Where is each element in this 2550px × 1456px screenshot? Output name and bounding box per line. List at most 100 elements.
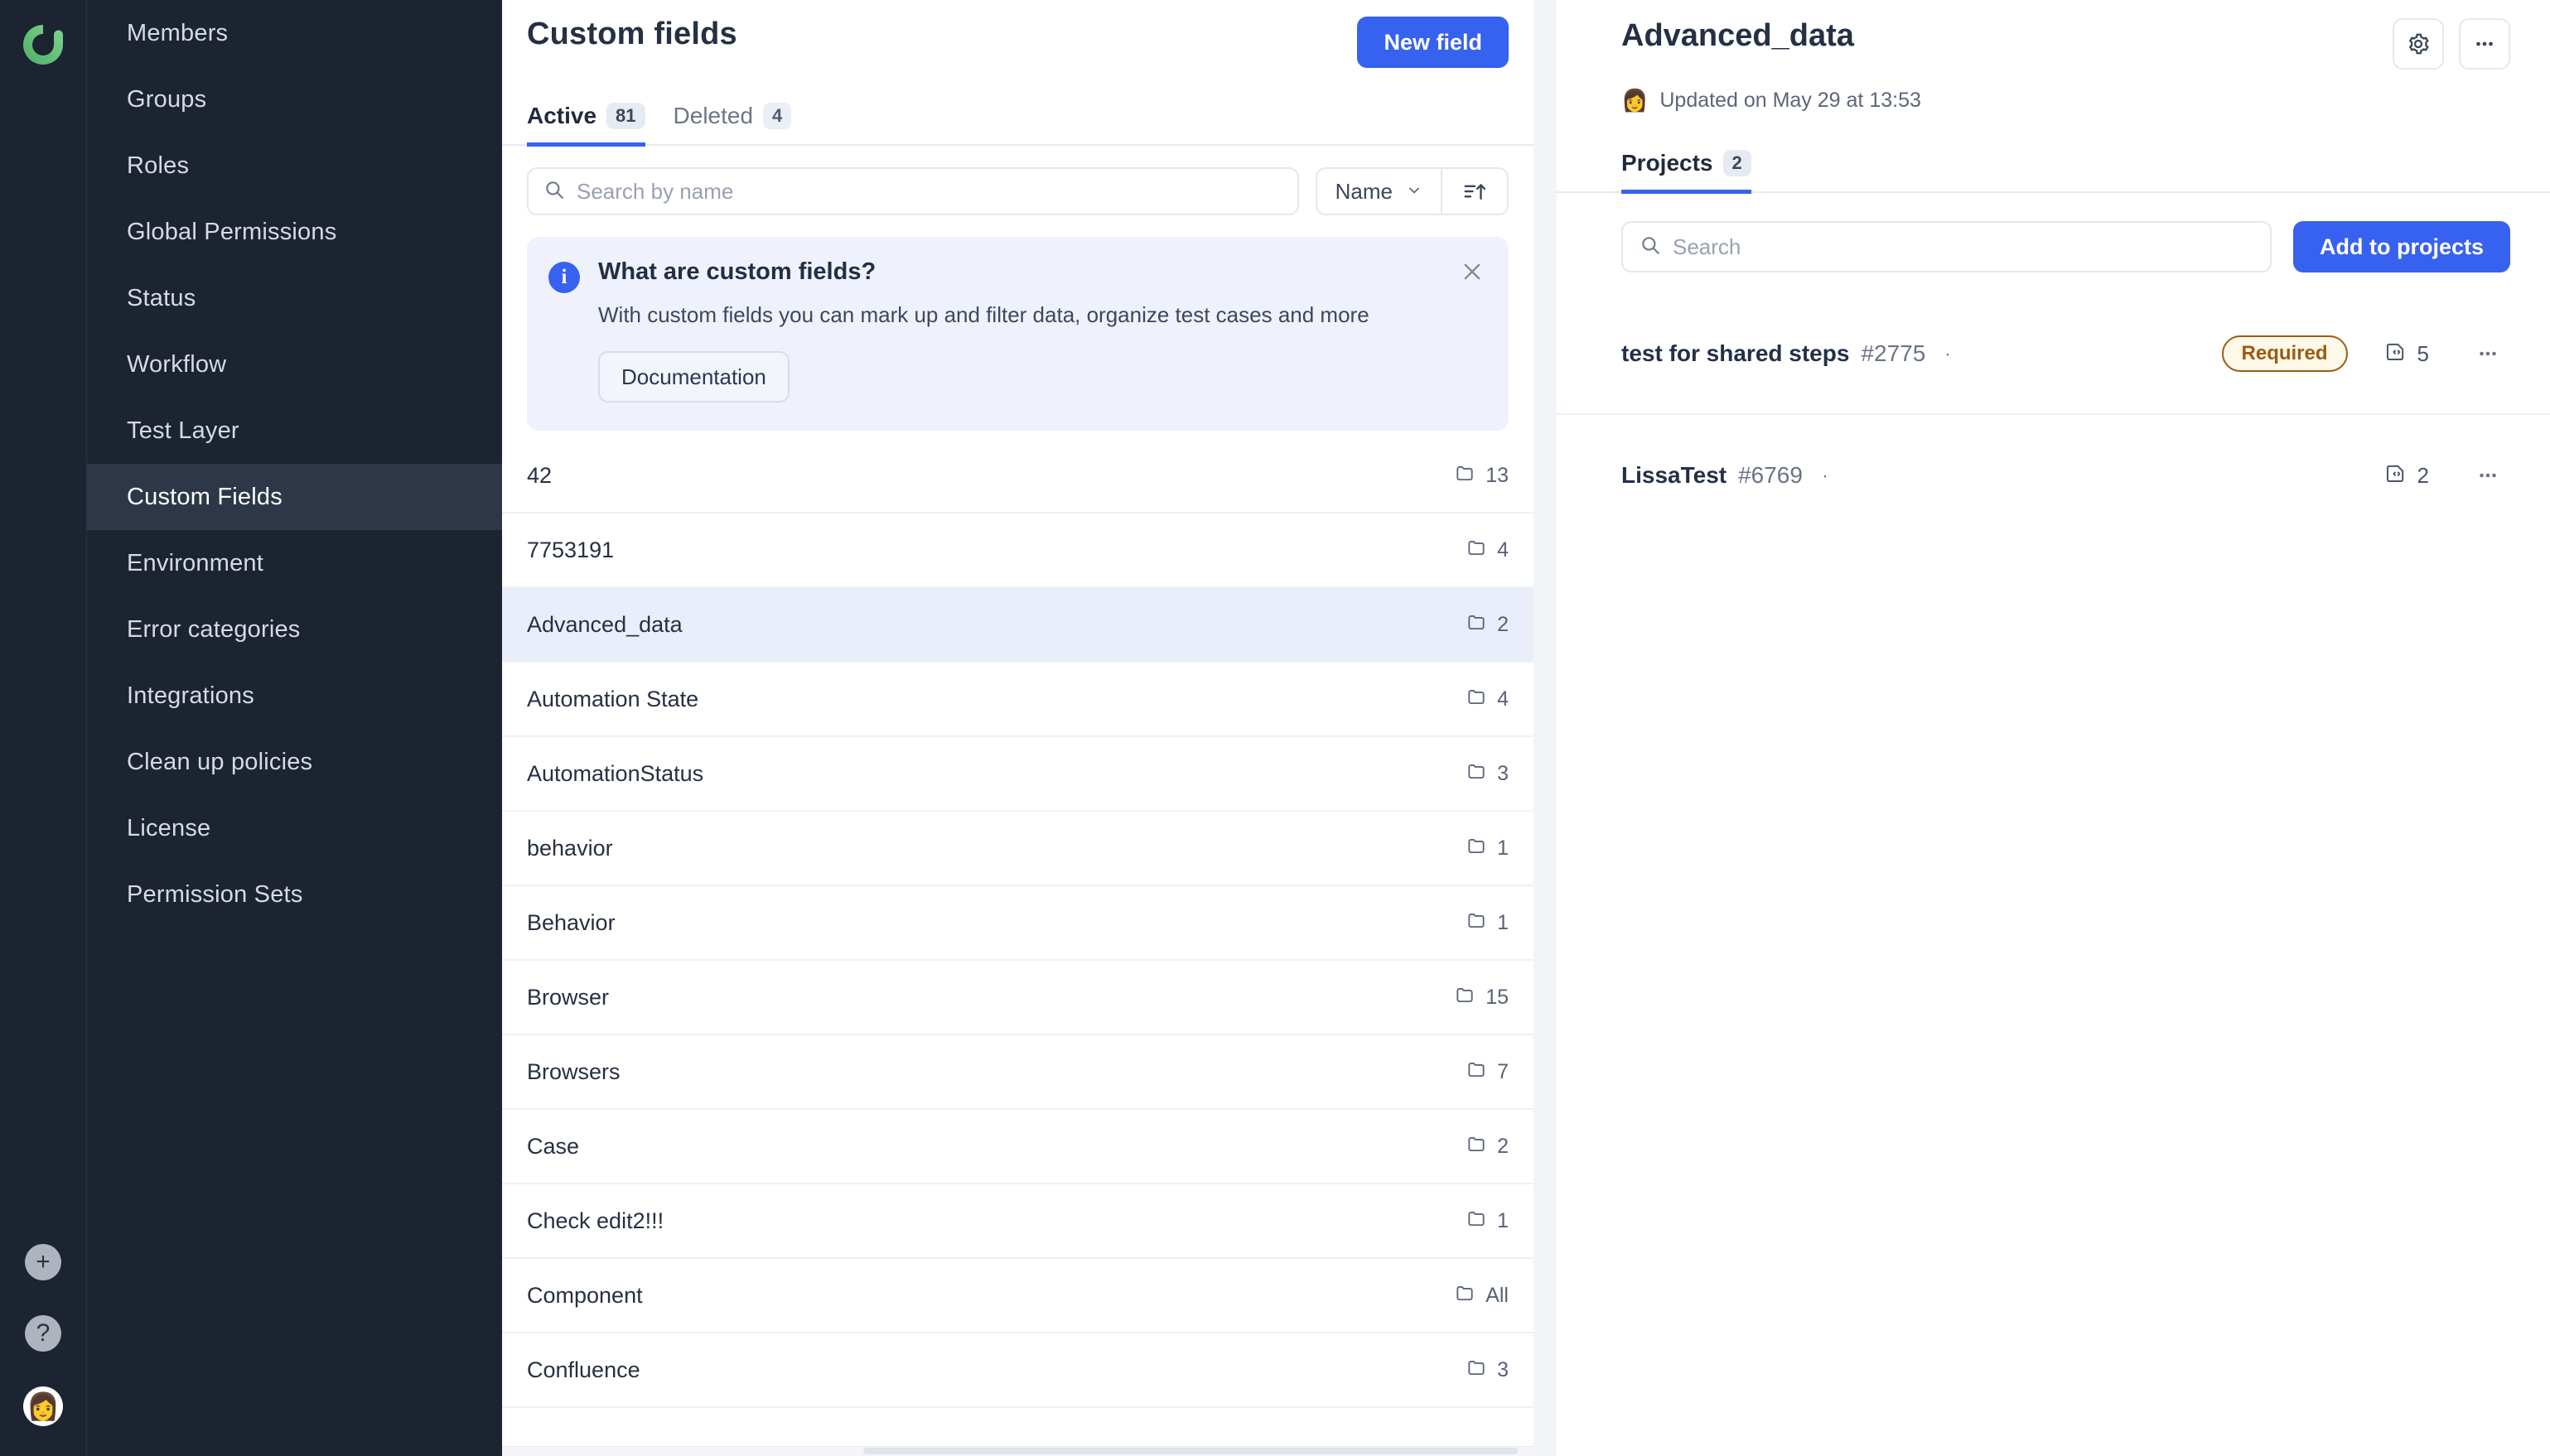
project-count: 7 bbox=[1466, 1058, 1509, 1086]
custom-field-name: Confluence bbox=[527, 1357, 640, 1382]
sort-field-label: Name bbox=[1335, 178, 1393, 204]
gear-icon[interactable] bbox=[2393, 18, 2444, 70]
project-search-input[interactable] bbox=[1673, 234, 2253, 260]
rail-bottom-actions: + ? 👩 bbox=[0, 1244, 86, 1426]
avatar[interactable]: 👩 bbox=[23, 1386, 63, 1426]
test-case-count: 5 bbox=[2384, 340, 2429, 369]
project-row-more-icon[interactable] bbox=[2465, 336, 2510, 371]
custom-field-row[interactable]: Component All bbox=[502, 1259, 1533, 1334]
custom-field-name: Case bbox=[527, 1133, 580, 1159]
project-count-value: 3 bbox=[1497, 761, 1509, 785]
sidebar-item-environment[interactable]: Environment bbox=[87, 530, 502, 596]
folder-icon bbox=[1466, 611, 1487, 639]
project-row[interactable]: test for shared steps #2775 Required 5 bbox=[1557, 294, 2550, 415]
test-case-count-value: 2 bbox=[2417, 462, 2429, 488]
sidebar-item-permission-sets[interactable]: Permission Sets bbox=[87, 861, 502, 928]
add-to-projects-button[interactable]: Add to projects bbox=[2292, 221, 2510, 272]
project-count: 3 bbox=[1466, 760, 1509, 788]
folder-icon bbox=[1454, 1282, 1475, 1309]
tab-active[interactable]: Active 81 bbox=[527, 103, 645, 147]
sidebar-item-status[interactable]: Status bbox=[87, 265, 502, 331]
projects-list: test for shared steps #2775 Required 5 Lissa… bbox=[1557, 294, 2550, 536]
more-options-icon[interactable] bbox=[2459, 18, 2510, 70]
help-icon[interactable]: ? bbox=[25, 1315, 61, 1352]
tab-projects[interactable]: Projects 2 bbox=[1621, 150, 1751, 194]
project-row-meta: Required 5 bbox=[2221, 335, 2510, 372]
tab-count-badge: 2 bbox=[1722, 150, 1751, 176]
sort-direction-button[interactable] bbox=[1442, 169, 1507, 214]
project-id: #6769 bbox=[1738, 462, 1803, 488]
sidebar-item-error-categories[interactable]: Error categories bbox=[87, 596, 502, 663]
detail-header: Advanced_data bbox=[1557, 0, 2550, 70]
sidebar-item-global-permissions[interactable]: Global Permissions bbox=[87, 199, 502, 265]
project-row-more-icon[interactable] bbox=[2465, 458, 2510, 493]
custom-field-row[interactable]: Browser 15 bbox=[502, 961, 1533, 1036]
project-count-value: 1 bbox=[1497, 910, 1509, 934]
sidebar-item-test-layer[interactable]: Test Layer bbox=[87, 398, 502, 464]
tab-deleted[interactable]: Deleted 4 bbox=[674, 103, 792, 147]
sidebar-item-clean-up-policies[interactable]: Clean up policies bbox=[87, 729, 502, 795]
project-name: test for shared steps bbox=[1621, 340, 1850, 366]
project-count: 2 bbox=[1466, 1133, 1509, 1160]
custom-field-name: Component bbox=[527, 1282, 643, 1308]
settings-sidebar: Members Groups Roles Global Permissions Stat… bbox=[86, 0, 502, 1456]
project-identity: test for shared steps #2775 bbox=[1621, 340, 2222, 367]
folder-icon bbox=[1466, 1208, 1487, 1235]
project-count: 1 bbox=[1466, 1208, 1509, 1235]
sidebar-item-label: Roles bbox=[127, 152, 190, 179]
custom-field-row[interactable]: Automation State 4 bbox=[502, 663, 1533, 738]
custom-field-row[interactable]: behavior 1 bbox=[502, 812, 1533, 887]
sidebar-item-label: Groups bbox=[127, 85, 207, 113]
sidebar-item-custom-fields[interactable]: Custom Fields bbox=[87, 464, 502, 530]
tab-count-badge: 4 bbox=[763, 103, 792, 129]
custom-field-row[interactable]: 7753191 4 bbox=[502, 513, 1533, 589]
sidebar-item-label: Error categories bbox=[127, 615, 301, 643]
detail-tabs: Projects 2 bbox=[1557, 150, 2550, 194]
custom-field-row[interactable]: 42 13 bbox=[502, 439, 1533, 514]
search-input-wrap[interactable] bbox=[527, 167, 1299, 215]
status-badge: Required bbox=[2221, 335, 2348, 372]
banner-body: What are custom fields? With custom fiel… bbox=[598, 258, 1369, 403]
sidebar-item-label: Global Permissions bbox=[127, 218, 337, 245]
sidebar-item-members[interactable]: Members bbox=[87, 0, 502, 66]
project-count-value: 2 bbox=[1497, 612, 1509, 636]
custom-field-name: AutomationStatus bbox=[527, 760, 704, 786]
sidebar-item-license[interactable]: License bbox=[87, 795, 502, 861]
sidebar-item-roles[interactable]: Roles bbox=[87, 133, 502, 199]
scrollbar-thumb[interactable] bbox=[863, 1448, 1518, 1454]
documentation-button[interactable]: Documentation bbox=[598, 351, 790, 403]
custom-field-row[interactable]: Advanced_data 2 bbox=[502, 588, 1533, 663]
sidebar-item-label: Workflow bbox=[127, 350, 227, 378]
sidebar-item-label: Custom Fields bbox=[127, 483, 283, 510]
new-field-button[interactable]: New field bbox=[1357, 17, 1509, 68]
project-search-wrap[interactable] bbox=[1621, 221, 2272, 272]
project-row[interactable]: LissaTest #6769 2 bbox=[1557, 415, 2550, 536]
sidebar-item-groups[interactable]: Groups bbox=[87, 66, 502, 133]
add-icon[interactable]: + bbox=[25, 1244, 61, 1280]
folder-icon bbox=[1454, 462, 1475, 489]
custom-field-row[interactable]: Check edit2!!! 1 bbox=[502, 1184, 1533, 1260]
search-input[interactable] bbox=[577, 178, 1282, 205]
custom-fields-list: 42 13 7753191 4 Advanced_data 2 Automation Sta… bbox=[502, 439, 1533, 1456]
sidebar-item-integrations[interactable]: Integrations bbox=[87, 663, 502, 729]
custom-field-row[interactable]: AutomationStatus 3 bbox=[502, 737, 1533, 812]
horizontal-scrollbar[interactable] bbox=[502, 1446, 1533, 1456]
folder-icon bbox=[1466, 835, 1487, 862]
custom-field-row[interactable]: Case 2 bbox=[502, 1110, 1533, 1185]
custom-field-row[interactable]: Behavior 1 bbox=[502, 886, 1533, 962]
field-detail-panel: Advanced_data 👩 Updated on May 29 at 13:… bbox=[1557, 0, 2550, 1456]
folder-icon bbox=[1466, 760, 1487, 788]
project-count-value: 15 bbox=[1485, 985, 1509, 1009]
custom-field-row[interactable]: Browsers 7 bbox=[502, 1035, 1533, 1111]
sort-field-dropdown[interactable]: Name bbox=[1317, 169, 1442, 214]
custom-field-row[interactable]: Confluence 3 bbox=[502, 1333, 1533, 1409]
folder-icon bbox=[1466, 1357, 1487, 1384]
allure-logo-icon[interactable] bbox=[15, 17, 71, 73]
close-icon[interactable] bbox=[1456, 255, 1489, 288]
project-count-value: All bbox=[1485, 1283, 1509, 1307]
custom-field-name: 7753191 bbox=[527, 537, 615, 562]
detail-title: Advanced_data bbox=[1621, 18, 1854, 53]
list-tabs: Active 81 Deleted 4 bbox=[502, 103, 1533, 147]
project-count: 15 bbox=[1454, 984, 1509, 1011]
sidebar-item-workflow[interactable]: Workflow bbox=[87, 331, 502, 398]
